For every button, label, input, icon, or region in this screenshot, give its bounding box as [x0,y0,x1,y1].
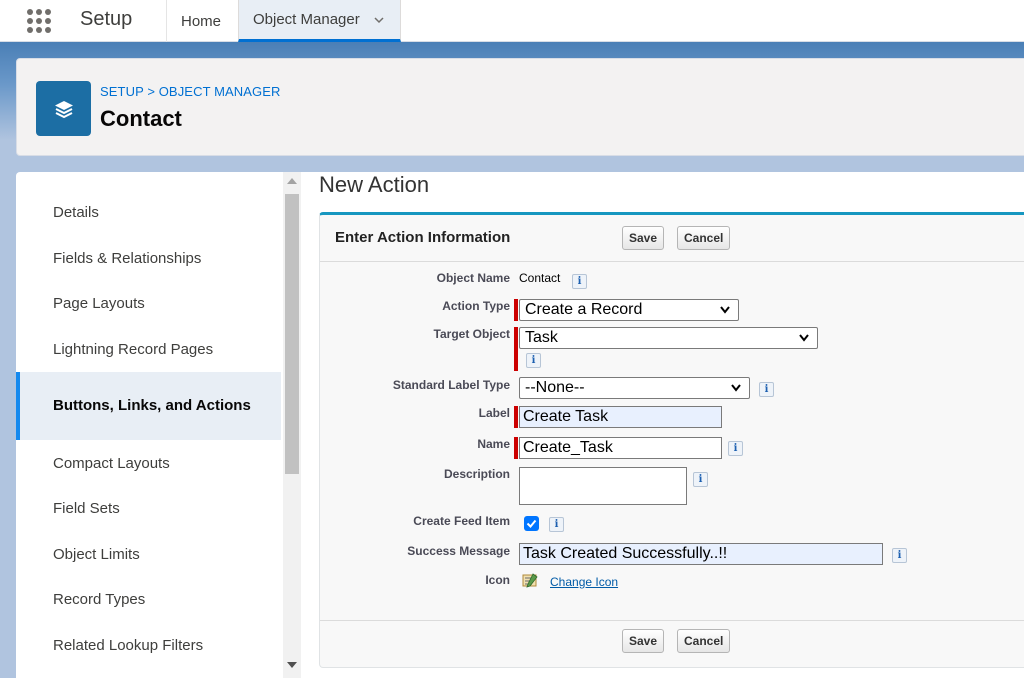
standard-label-type-value: --None-- [525,379,585,396]
info-icon[interactable]: i [728,441,743,456]
action-information-block: Enter Action Information Save Cancel Obj… [319,212,1024,668]
info-glyph: i [733,443,738,454]
standard-label-type-select[interactable]: --None-- [519,377,750,399]
object-name-value: Contact [519,271,561,285]
action-type-value: Create a Record [525,301,643,318]
success-message-input[interactable]: Task Created Successfully..!! [519,543,883,565]
info-glyph: i [764,384,769,395]
description-label: Description [443,467,510,481]
info-icon[interactable]: i [693,472,708,487]
target-object-value: Task [525,329,558,346]
checkmark-icon [526,519,537,528]
scroll-up-arrow-icon[interactable] [287,178,297,184]
block-title: Enter Action Information [335,229,511,246]
tab-object-manager-label: Object Manager [253,11,360,28]
app-launcher-icon[interactable] [27,9,55,33]
info-icon[interactable]: i [549,517,564,532]
section-title: New Action [319,172,430,197]
change-icon-link[interactable]: Change Icon [550,575,618,589]
required-marker [514,406,518,428]
target-object-label: Target Object [433,327,510,341]
sidebar-item-field-sets[interactable]: Field Sets [16,486,281,532]
tab-home-label: Home [181,12,222,30]
cancel-button-bottom[interactable]: Cancel [677,629,731,653]
save-button-bottom[interactable]: Save [622,629,665,653]
block-footer: Save Cancel [320,620,1024,653]
chevron-down-icon[interactable] [374,15,384,25]
sidebar-item-buttons-links-actions[interactable]: Buttons, Links, and Actions [16,372,281,441]
info-glyph: i [554,519,559,530]
description-textarea[interactable] [519,467,687,505]
main-content: New Action Enter Action Information Save… [301,172,1024,678]
scrollbar-thumb[interactable] [285,194,299,474]
standard-label-type-label: Standard Label Type [392,378,510,392]
required-marker [514,437,518,459]
required-marker [514,327,518,371]
chevron-down-icon [799,334,809,342]
chevron-down-icon [731,384,741,392]
create-feed-item-label: Create Feed Item [413,514,510,528]
name-field-label: Name [477,437,510,451]
sidebar-item-page-layouts[interactable]: Page Layouts [16,281,281,327]
top-nav: Setup Home Object Manager [0,0,1024,42]
object-manager-sidebar: Details Fields & Relationships Page Layo… [16,172,301,678]
info-icon[interactable]: i [572,274,587,289]
scroll-down-arrow-icon[interactable] [287,662,297,668]
name-input[interactable]: Create_Task [519,437,722,459]
page-title: Contact [100,106,182,131]
object-header: SETUP > OBJECT MANAGER Contact [16,58,1024,156]
breadcrumb[interactable]: SETUP > OBJECT MANAGER [100,84,281,99]
sidebar-item-record-types[interactable]: Record Types [16,577,281,623]
info-glyph: i [698,474,703,485]
tab-object-manager[interactable]: Object Manager [238,0,401,42]
tab-home[interactable]: Home [166,0,235,42]
sidebar-scrollbar[interactable] [283,172,301,678]
object-name-label: Object Name [436,271,510,285]
target-object-select[interactable]: Task [519,327,818,349]
sidebar-item-fields-relationships[interactable]: Fields & Relationships [16,236,281,282]
create-feed-item-checkbox[interactable] [524,516,539,531]
app-name: Setup [80,8,133,30]
icon-field-label: Icon [485,573,510,587]
success-message-label: Success Message [407,544,510,558]
info-icon[interactable]: i [892,548,907,563]
sidebar-item-related-lookup-filters[interactable]: Related Lookup Filters [16,623,281,669]
sidebar-item-details[interactable]: Details [16,190,281,236]
label-field-label: Label [478,406,510,420]
info-glyph: i [577,276,582,287]
required-marker [514,299,518,321]
sidebar-item-compact-layouts[interactable]: Compact Layouts [16,440,281,486]
sidebar-item-object-limits[interactable]: Object Limits [16,532,281,578]
action-type-select[interactable]: Create a Record [519,299,739,321]
layers-icon [36,81,91,136]
action-type-label: Action Type [442,299,510,313]
sidebar-list: Details Fields & Relationships Page Layo… [16,190,281,668]
sidebar-item-lightning-record-pages[interactable]: Lightning Record Pages [16,327,281,373]
info-glyph: i [531,355,536,366]
block-header: Enter Action Information Save Cancel [320,215,1024,262]
info-icon[interactable]: i [759,382,774,397]
cancel-button[interactable]: Cancel [677,226,731,250]
label-input[interactable]: Create Task [519,406,722,428]
save-button[interactable]: Save [622,226,665,250]
task-icon [522,573,538,588]
chevron-down-icon [720,306,730,314]
info-glyph: i [897,550,902,561]
info-icon[interactable]: i [526,353,541,368]
